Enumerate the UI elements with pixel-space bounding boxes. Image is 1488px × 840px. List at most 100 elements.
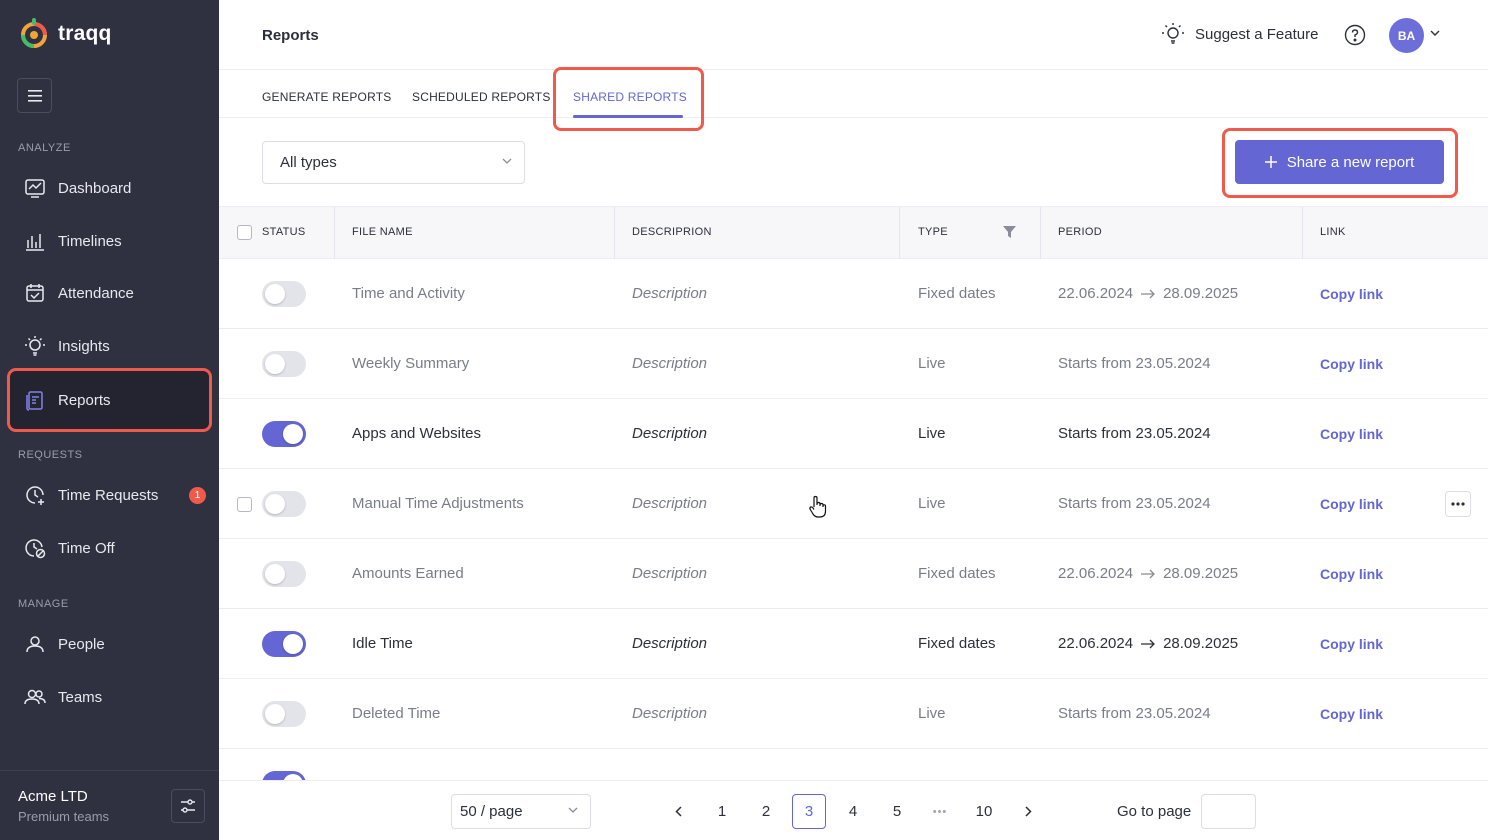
share-new-report-button[interactable]: Share a new report bbox=[1235, 140, 1444, 184]
sidebar-item-label: Dashboard bbox=[58, 179, 132, 197]
period: Starts from 23.05.2024 bbox=[1058, 355, 1211, 372]
go-to-page-input[interactable] bbox=[1201, 794, 1256, 829]
table-row[interactable]: Deleted Time Description Live Starts fro… bbox=[219, 679, 1488, 749]
go-to-page-label: Go to page bbox=[1117, 803, 1192, 820]
copy-link-button[interactable]: Copy link bbox=[1320, 286, 1383, 302]
period: Starts from 23.05.2024 bbox=[1058, 705, 1211, 722]
column-header-period[interactable]: PERIOD bbox=[1058, 226, 1102, 238]
sidebar-item-timelines[interactable]: Timelines bbox=[12, 215, 208, 267]
file-name: Deleted Time bbox=[352, 705, 441, 722]
org-settings-button[interactable] bbox=[171, 789, 205, 823]
org-name: Acme LTD bbox=[18, 788, 88, 805]
page-button-5[interactable]: 5 bbox=[880, 794, 914, 829]
status-toggle[interactable] bbox=[262, 771, 306, 780]
sidebar-item-dashboard[interactable]: Dashboard bbox=[12, 162, 208, 214]
page-button-2[interactable]: 2 bbox=[749, 794, 783, 829]
status-toggle[interactable] bbox=[262, 561, 306, 587]
table-row[interactable]: Amounts Earned Description Fixed dates 2… bbox=[219, 539, 1488, 609]
copy-link-button[interactable]: Copy link bbox=[1320, 566, 1383, 582]
copy-link-button[interactable]: Copy link bbox=[1320, 426, 1383, 442]
column-header-type[interactable]: TYPE bbox=[918, 226, 948, 238]
table-row[interactable]: Apps and Websites Description Live Start… bbox=[219, 399, 1488, 469]
column-header-description[interactable]: DESCRIPRION bbox=[632, 226, 712, 238]
table-row[interactable]: Weekly Summary Description Live Starts f… bbox=[219, 329, 1488, 399]
column-separator bbox=[899, 207, 900, 259]
arrow-right-icon bbox=[1141, 289, 1155, 298]
page-size-select[interactable]: 50 / page bbox=[451, 794, 591, 829]
copy-link-button[interactable]: Copy link bbox=[1320, 356, 1383, 372]
suggest-feature-button[interactable]: Suggest a Feature bbox=[1161, 22, 1318, 46]
column-header-link[interactable]: LINK bbox=[1320, 226, 1346, 238]
person-icon bbox=[24, 633, 46, 655]
description: Description bbox=[632, 705, 708, 722]
tab-highlight-annotation bbox=[553, 67, 704, 131]
report-type: Fixed dates bbox=[918, 285, 996, 302]
sidebar-item-time-requests[interactable]: Time Requests 1 bbox=[12, 469, 208, 521]
table-row[interactable]: Manual Time Adjustments Description Live… bbox=[219, 469, 1488, 539]
next-page-button[interactable] bbox=[1011, 794, 1045, 829]
page-button-3[interactable]: 3 bbox=[792, 794, 826, 829]
sidebar-item-teams[interactable]: Teams bbox=[12, 671, 208, 723]
arrow-right-icon bbox=[1141, 639, 1155, 648]
table-row[interactable]: Idle Time Description Fixed dates 22.06.… bbox=[219, 609, 1488, 679]
time-off-icon bbox=[24, 537, 46, 559]
status-toggle[interactable] bbox=[262, 491, 306, 517]
lightbulb-icon bbox=[1162, 23, 1184, 44]
menu-toggle-button[interactable] bbox=[17, 78, 52, 113]
status-toggle[interactable] bbox=[262, 351, 306, 377]
organization-panel: Acme LTD Premium teams bbox=[0, 770, 219, 840]
column-header-file-name[interactable]: FILE NAME bbox=[352, 226, 413, 238]
chevron-left-icon bbox=[674, 806, 682, 817]
reports-icon bbox=[24, 389, 46, 411]
status-toggle[interactable] bbox=[262, 631, 306, 657]
tab-generate-reports[interactable]: GENERATE REPORTS bbox=[262, 90, 391, 104]
page-ellipsis[interactable]: ••• bbox=[923, 794, 957, 829]
prev-page-button[interactable] bbox=[661, 794, 695, 829]
table-row-partial[interactable] bbox=[219, 749, 1488, 780]
help-icon bbox=[1344, 24, 1366, 46]
help-button[interactable] bbox=[1344, 24, 1366, 51]
sidebar-item-people[interactable]: People bbox=[12, 618, 208, 670]
page-button-1[interactable]: 1 bbox=[705, 794, 739, 829]
row-checkbox[interactable] bbox=[237, 497, 252, 512]
page-button-10[interactable]: 10 bbox=[967, 794, 1001, 829]
page-button-4[interactable]: 4 bbox=[836, 794, 870, 829]
page-title: Reports bbox=[262, 27, 319, 44]
sidebar-item-insights[interactable]: Insights bbox=[12, 320, 208, 372]
sidebar-item-label: Teams bbox=[58, 688, 103, 706]
chevron-down-icon[interactable] bbox=[1430, 30, 1440, 37]
report-type: Fixed dates bbox=[918, 565, 996, 582]
copy-link-button[interactable]: Copy link bbox=[1320, 496, 1383, 512]
tab-scheduled-reports[interactable]: SCHEDULED REPORTS bbox=[412, 90, 551, 104]
select-all-checkbox[interactable] bbox=[237, 225, 252, 240]
row-actions-button[interactable] bbox=[1445, 491, 1471, 517]
sidebar-item-attendance[interactable]: Attendance bbox=[12, 267, 208, 319]
user-avatar[interactable]: BA bbox=[1389, 18, 1424, 53]
sidebar: traqq ANALYZE Dashboard Timelines Attend… bbox=[0, 0, 219, 840]
brand-logo[interactable]: traqq bbox=[20, 17, 112, 51]
status-toggle[interactable] bbox=[262, 281, 306, 307]
timelines-icon bbox=[24, 230, 46, 252]
sidebar-item-reports[interactable]: Reports bbox=[7, 368, 212, 432]
column-header-status[interactable]: STATUS bbox=[262, 226, 306, 238]
hamburger-icon bbox=[27, 89, 42, 102]
type-filter-select[interactable]: All types bbox=[262, 141, 525, 184]
chevron-down-icon bbox=[502, 158, 512, 164]
status-toggle[interactable] bbox=[262, 421, 306, 447]
report-type: Live bbox=[918, 355, 946, 372]
table-row[interactable]: Time and Activity Description Fixed date… bbox=[219, 259, 1488, 329]
column-separator bbox=[334, 207, 335, 259]
description: Description bbox=[632, 565, 708, 582]
sidebar-item-label: Reports bbox=[58, 391, 111, 409]
copy-link-button[interactable]: Copy link bbox=[1320, 636, 1383, 652]
plus-icon bbox=[1264, 156, 1277, 168]
period: 22.06.2024 28.09.2025 bbox=[1058, 285, 1238, 302]
copy-link-button[interactable]: Copy link bbox=[1320, 706, 1383, 722]
section-title-analyze: ANALYZE bbox=[18, 142, 71, 154]
more-horizontal-icon bbox=[1451, 502, 1465, 506]
table-header: STATUS FILE NAME DESCRIPRION TYPE PERIOD… bbox=[219, 206, 1488, 259]
status-toggle[interactable] bbox=[262, 701, 306, 727]
sidebar-item-time-off[interactable]: Time Off bbox=[12, 522, 208, 574]
column-separator bbox=[1040, 207, 1041, 259]
filter-icon[interactable] bbox=[1003, 226, 1016, 239]
